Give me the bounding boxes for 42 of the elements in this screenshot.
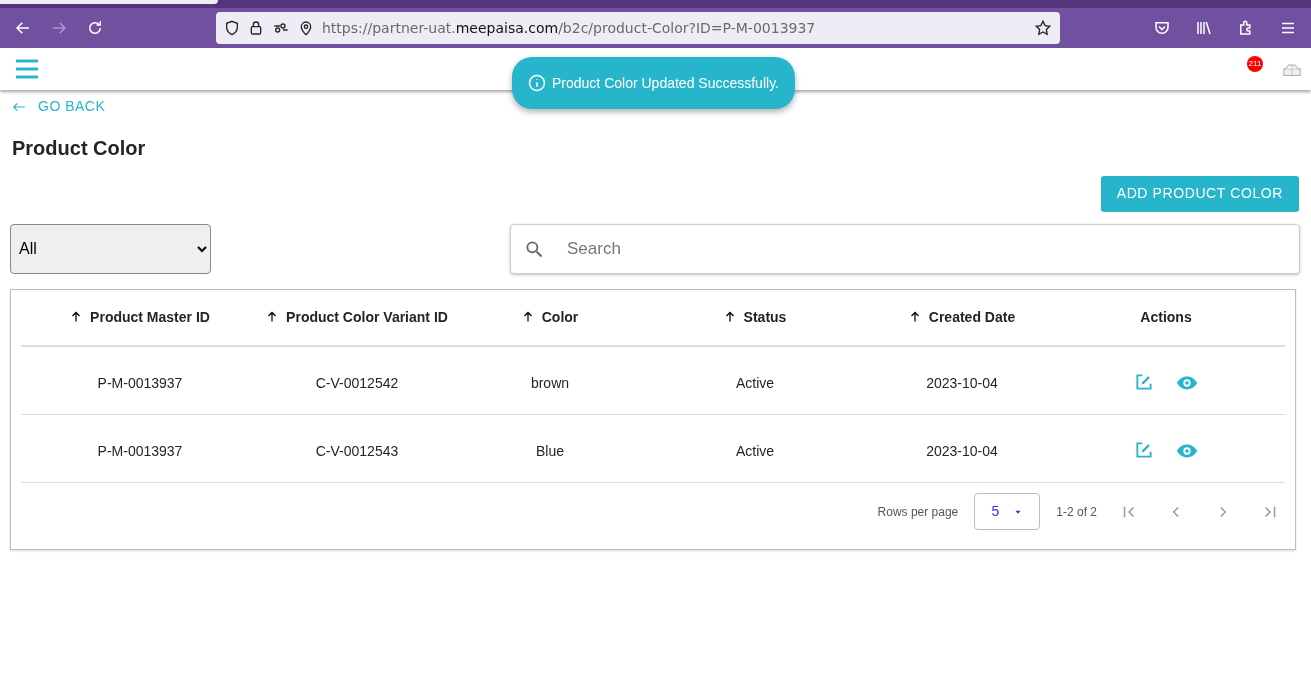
forward-icon xyxy=(50,19,68,37)
sort-arrow-icon[interactable] xyxy=(70,311,83,323)
sort-arrow-icon[interactable] xyxy=(723,311,736,323)
edit-icon[interactable] xyxy=(1134,372,1154,392)
sort-arrow-icon[interactable] xyxy=(521,311,534,323)
table-cell: 2023-10-04 xyxy=(926,374,998,391)
page-range: 1-2 of 2 xyxy=(1056,503,1097,521)
sort-arrow-icon[interactable] xyxy=(908,311,921,323)
table-cell: Blue xyxy=(536,442,564,459)
column-header[interactable]: Created Date xyxy=(928,306,1016,328)
table-cell: brown xyxy=(530,374,570,391)
column-header[interactable]: Status xyxy=(743,306,787,328)
shield-icon xyxy=(224,20,240,36)
table-cell: 2023-10-04 xyxy=(926,442,998,459)
search-field[interactable]: Search xyxy=(510,223,1300,274)
column-header[interactable]: Actions xyxy=(1140,306,1192,328)
table-cell: Active xyxy=(735,374,775,391)
page-title: Product Color xyxy=(12,135,147,161)
permissions-icon xyxy=(272,20,290,36)
star-icon[interactable] xyxy=(1034,19,1052,37)
table-cell: C-V-0012542 xyxy=(315,374,399,391)
column-header[interactable]: Product Color Variant ID xyxy=(286,306,448,328)
reload-icon xyxy=(86,19,104,37)
table-cell: P-M-0013937 xyxy=(97,374,183,391)
lock-icon xyxy=(248,20,264,36)
column-header[interactable]: Product Master ID xyxy=(90,306,210,328)
location-pin-icon xyxy=(298,20,314,36)
column-header[interactable]: Color xyxy=(541,306,579,328)
toast-text: Product Color Updated Successfully. xyxy=(552,73,779,93)
sort-arrow-icon[interactable] xyxy=(266,311,279,323)
table-cell: C-V-0012543 xyxy=(315,442,399,459)
library-icon[interactable] xyxy=(1195,19,1213,37)
pocket-icon[interactable] xyxy=(1153,19,1171,37)
info-icon xyxy=(528,74,546,92)
rows-per-page-label: Rows per page xyxy=(877,503,959,521)
filter-select[interactable]: All xyxy=(10,223,211,274)
back-icon xyxy=(14,19,32,37)
table-cell: P-M-0013937 xyxy=(97,442,183,459)
notification-badge: 211 xyxy=(1247,56,1263,72)
table-cell: Active xyxy=(735,442,775,459)
edit-icon[interactable] xyxy=(1134,440,1154,460)
rows-per-page-select[interactable]: 5 xyxy=(974,493,1041,530)
